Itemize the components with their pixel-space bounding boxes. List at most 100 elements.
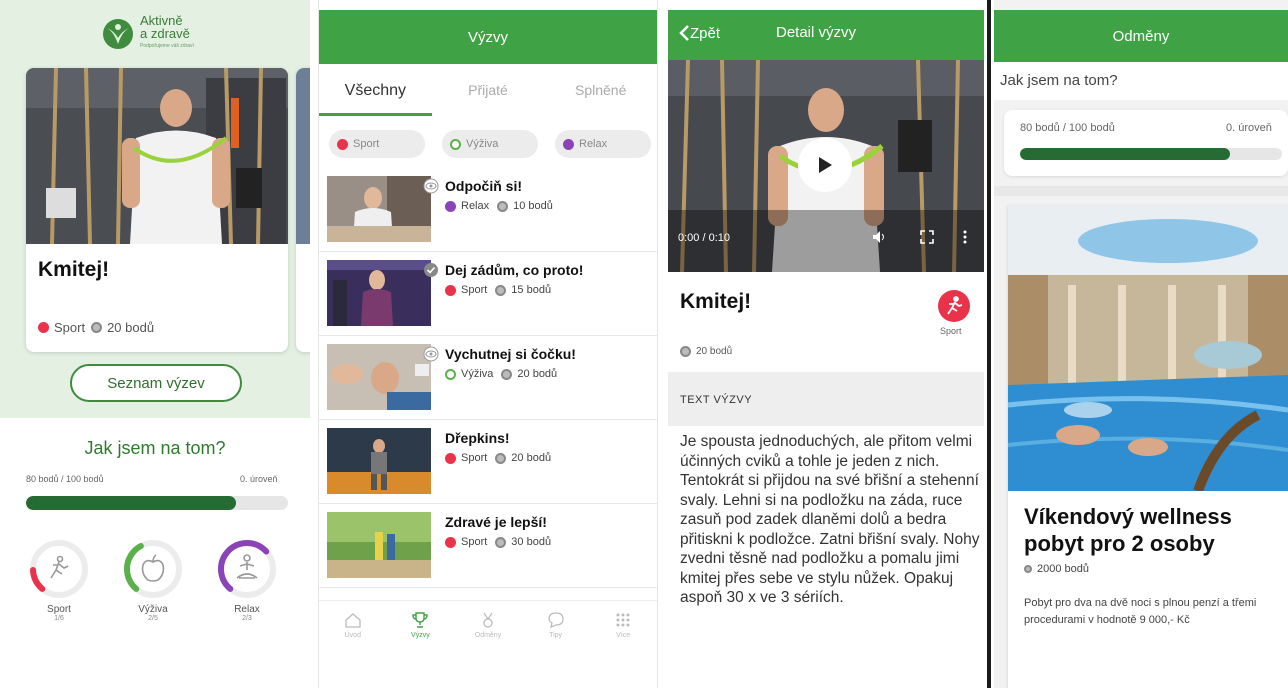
progress-points: 80 bodů / 100 bodů	[26, 474, 104, 484]
nav-challenges[interactable]: Výzvy	[387, 601, 455, 656]
back-button[interactable]: Zpět	[678, 24, 720, 42]
points-icon	[497, 200, 509, 212]
filter-relax-label: Relax	[579, 138, 608, 150]
play-button[interactable]	[798, 138, 852, 192]
home-icon	[345, 613, 361, 628]
filter-vyziva[interactable]: Výživa	[442, 130, 538, 158]
detail-points: 20 bodů	[680, 346, 732, 357]
tab-completed[interactable]: Splněné	[544, 70, 657, 116]
volume-icon[interactable]	[872, 230, 886, 247]
progress-level: 0. úroveň	[240, 474, 278, 484]
filter-relax[interactable]: Relax	[555, 130, 651, 158]
ring-vyziva[interactable]: Výživa 2/5	[118, 538, 188, 628]
ring-relax-label: Relax	[234, 604, 260, 615]
featured-challenge-photo	[26, 68, 288, 245]
tab-accepted[interactable]: Přijaté	[432, 70, 545, 116]
challenge-title: Dřepkins!	[445, 430, 510, 446]
points-icon	[495, 536, 507, 548]
rewards-progress-bar-fill	[1020, 148, 1230, 160]
more-options-icon[interactable]	[962, 230, 968, 247]
challenge-title: Zdravé je lepší!	[445, 514, 547, 530]
ring-relax-count: 2/3	[242, 615, 252, 622]
tab-all[interactable]: Všechny	[319, 70, 432, 116]
eye-icon	[423, 346, 439, 362]
points-icon	[495, 452, 507, 464]
runner-icon	[50, 555, 69, 579]
challenge-category: Sport	[461, 452, 488, 464]
rewards-app-bar: Odměny	[994, 10, 1288, 62]
challenge-thumbnail	[327, 176, 431, 242]
reward-card[interactable]: Víkendový wellness pobyt pro 2 osoby 200…	[1008, 205, 1288, 688]
list-item[interactable]: Dřepkins! Sport 20 bodů	[319, 420, 657, 504]
challenge-thumbnail	[327, 344, 431, 410]
points-icon	[1024, 565, 1032, 573]
reward-points-value: 2000 bodů	[1037, 563, 1089, 575]
list-item[interactable]: Odpočiň si! Relax 10 bodů	[319, 168, 657, 252]
divider	[994, 186, 1288, 196]
next-challenge-card[interactable]	[296, 68, 310, 352]
nav-home[interactable]: Úvod	[319, 601, 387, 656]
challenge-thumbnail	[327, 428, 431, 494]
ring-sport[interactable]: Sport 1/6	[24, 538, 94, 628]
rewards-question: Jak jsem na tom?	[994, 62, 1288, 100]
detail-app-bar: Zpět Detail výzvy	[668, 10, 984, 60]
list-item[interactable]: Zdravé je lepší! Sport 30 bodů	[319, 504, 657, 588]
challenge-meta: Výživa 20 bodů	[445, 368, 557, 380]
nav-more[interactable]: Více	[589, 601, 657, 656]
meditation-icon	[236, 554, 258, 579]
fullscreen-icon[interactable]	[920, 230, 934, 247]
ring-sport-count: 1/6	[54, 615, 64, 622]
grid-icon	[616, 613, 630, 627]
nav-home-label: Úvod	[344, 632, 361, 639]
featured-challenge-card[interactable]: Kmitej! Sport 20 bodů	[26, 68, 288, 352]
list-item[interactable]: Vychutnej si čočku! Výživa 20 bodů	[319, 336, 657, 420]
challenge-list-button[interactable]: Seznam výzev	[70, 364, 242, 402]
detail-points-value: 20 bodů	[696, 346, 733, 357]
sport-badge-icon	[938, 290, 970, 322]
video-player[interactable]: 0:00 / 0:10	[668, 60, 984, 272]
sport-icon	[337, 138, 348, 150]
challenge-points: 30 bodů	[511, 536, 552, 548]
nav-tips-label: Tipy	[549, 632, 563, 639]
sport-icon	[445, 284, 456, 296]
challenge-thumbnail	[327, 260, 431, 326]
nav-tips[interactable]: Tipy	[522, 601, 590, 656]
nav-rewards[interactable]: Odměny	[454, 601, 522, 656]
points-icon	[680, 346, 691, 357]
challenges-title: Výzvy	[467, 28, 508, 46]
points-icon	[501, 368, 513, 380]
ring-relax[interactable]: Relax 2/3	[212, 538, 282, 628]
sport-icon	[445, 452, 456, 464]
meditation-icon	[563, 138, 574, 150]
challenge-meta: Sport 15 bodů	[445, 284, 551, 296]
challenge-category: Sport	[461, 284, 488, 296]
rewards-progress-bar	[1020, 148, 1282, 160]
rewards-screen: Odměny Jak jsem na tom? 80 bodů / 100 bo…	[994, 0, 1288, 688]
challenge-title: Dej zádům, co proto!	[445, 262, 584, 278]
challenge-meta: Sport 30 bodů	[445, 536, 551, 548]
app-logo: Aktivně a zdravě Podpořujeme váš zdraví	[102, 14, 194, 53]
rewards-title: Odměny	[1112, 27, 1170, 45]
detail-title: Detail výzvy	[776, 24, 857, 41]
apple-icon	[141, 554, 165, 582]
filter-sport[interactable]: Sport	[329, 130, 425, 158]
rewards-level: 0. úroveň	[1226, 122, 1272, 134]
progress-bar-fill	[26, 496, 236, 510]
challenge-meta: Relax 10 bodů	[445, 200, 553, 212]
filter-vyziva-label: Výživa	[466, 138, 499, 150]
logo-line2: a zdravě	[140, 26, 190, 41]
challenge-title: Vychutnej si čočku!	[445, 346, 576, 362]
home-header-area: Aktivně a zdravě Podpořujeme váš zdraví	[0, 0, 310, 418]
points-icon	[91, 322, 103, 333]
logo-icon	[102, 18, 134, 50]
medal-icon	[483, 612, 493, 628]
challenge-description: Je spousta jednoduchých, ale přitom velm…	[680, 433, 980, 606]
challenge-title: Odpočiň si!	[445, 178, 522, 194]
back-label: Zpět	[690, 24, 721, 42]
nav-challenges-label: Výzvy	[411, 632, 430, 639]
reward-title: Víkendový wellness pobyt pro 2 osoby	[1024, 504, 1232, 556]
list-item[interactable]: Dej zádům, co proto! Sport 15 bodů	[319, 252, 657, 336]
category-rings: Sport 1/6 Výživa 2/5 Relax 2/3	[24, 538, 294, 638]
featured-challenge-title: Kmitej!	[38, 258, 110, 281]
challenge-tabs: Všechny Přijaté Splněné	[319, 70, 657, 116]
